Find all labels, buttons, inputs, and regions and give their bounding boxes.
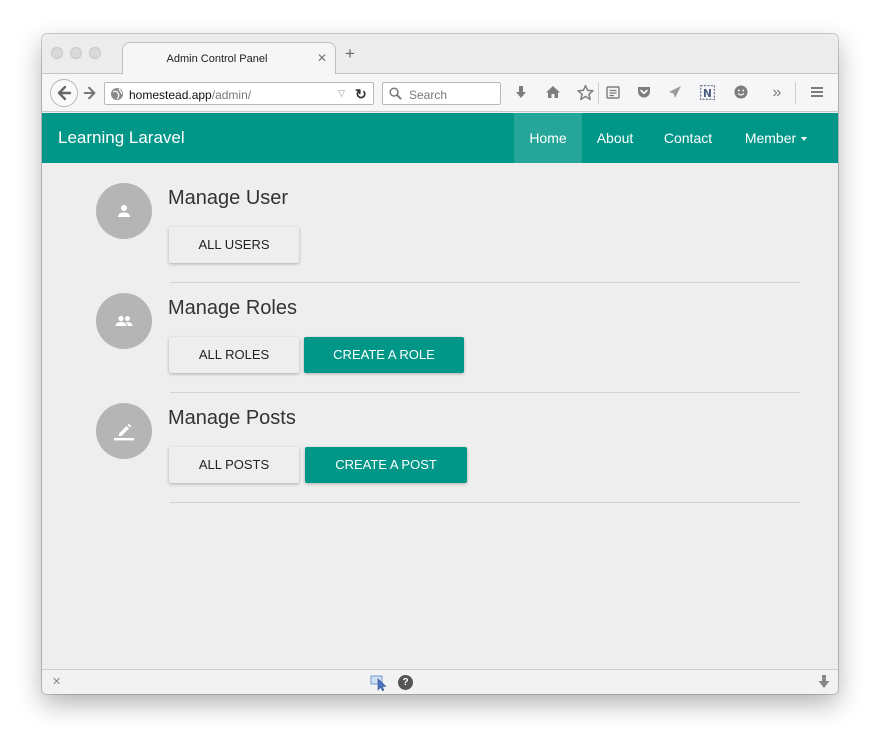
help-icon[interactable]: ? [398, 675, 413, 690]
pocket-icon[interactable] [635, 84, 653, 102]
window-zoom-control[interactable] [89, 47, 101, 59]
brand-link[interactable]: Learning Laravel [58, 128, 185, 148]
menu-icon[interactable] [808, 84, 826, 102]
manage-roles-section: Manage Roles All Roles Create a Role [42, 273, 838, 393]
nav-member-label: Member [744, 130, 797, 146]
section-title: Manage User [168, 187, 289, 209]
svg-text:N: N [703, 87, 712, 100]
section-divider [170, 502, 800, 503]
download-arrow-icon[interactable] [817, 674, 831, 690]
all-users-button[interactable]: All Users [169, 227, 299, 263]
search-input[interactable]: Search [409, 88, 447, 102]
site-navbar: Learning Laravel Home About Contact Memb… [42, 113, 838, 163]
forward-button[interactable] [80, 83, 100, 103]
browser-window: Admin Control Panel ✕ + homestead.app/ad… [42, 34, 838, 694]
globe-icon [111, 88, 123, 100]
url-dropdown-icon[interactable]: ▽ [338, 88, 345, 99]
overflow-chevron-icon[interactable]: » [768, 84, 786, 102]
caret-down-icon [801, 137, 808, 142]
toolbar-separator [795, 82, 796, 104]
nav-contact[interactable]: Contact [648, 113, 728, 163]
tab-close-icon[interactable]: ✕ [317, 51, 327, 65]
create-post-button[interactable]: Create a Post [305, 447, 467, 483]
browser-tab[interactable]: Admin Control Panel ✕ [122, 42, 336, 75]
all-roles-button[interactable]: All Roles [169, 337, 299, 373]
back-button[interactable] [50, 79, 78, 107]
tab-title: Admin Control Panel [166, 53, 268, 65]
downloads-icon[interactable] [512, 84, 530, 102]
smiley-icon[interactable] [732, 84, 750, 102]
url-text: homestead.app/admin/ [129, 88, 251, 102]
url-path: /admin/ [211, 88, 252, 102]
create-role-button[interactable]: Create a Role [304, 337, 464, 373]
pointer-tool-icon[interactable] [370, 674, 388, 691]
url-bar[interactable]: homestead.app/admin/ ▽ ↻ [104, 82, 374, 105]
toolbar-separator [598, 82, 599, 104]
section-avatar [96, 293, 152, 349]
person-icon [118, 205, 130, 217]
tab-strip: Admin Control Panel ✕ + [42, 34, 838, 75]
section-avatar [96, 183, 152, 239]
search-icon [389, 87, 402, 100]
all-posts-button[interactable]: All Posts [169, 447, 299, 483]
url-host: homestead.app [129, 88, 212, 102]
reading-list-icon[interactable] [604, 84, 622, 102]
arrow-right-icon [83, 86, 96, 100]
search-bar[interactable]: Search [382, 82, 501, 105]
statusbar-close-icon[interactable]: ✕ [52, 675, 61, 688]
manage-user-section: Manage User All Users [42, 163, 838, 283]
arrow-left-icon [57, 85, 72, 101]
section-avatar [96, 403, 152, 459]
bookmark-star-icon[interactable] [576, 84, 594, 102]
page-content: Learning Laravel Home About Contact Memb… [42, 113, 838, 669]
home-icon[interactable] [544, 84, 562, 102]
window-close-control[interactable] [51, 47, 63, 59]
new-tab-icon[interactable]: + [345, 45, 355, 62]
browser-toolbar: homestead.app/admin/ ▽ ↻ Search N » [42, 74, 838, 112]
section-title: Manage Roles [168, 297, 297, 319]
group-icon [115, 315, 133, 326]
send-icon[interactable] [666, 84, 684, 102]
status-bar: ✕ ? [42, 669, 838, 694]
reload-icon[interactable]: ↻ [355, 86, 367, 103]
nav-home[interactable]: Home [514, 113, 582, 163]
n-extension-icon[interactable]: N [698, 84, 716, 102]
nav-member-dropdown[interactable]: Member [728, 113, 824, 163]
edit-icon [114, 423, 134, 441]
window-minimize-control[interactable] [70, 47, 82, 59]
section-title: Manage Posts [168, 407, 296, 429]
manage-posts-section: Manage Posts All Posts Create a Post [42, 383, 838, 503]
nav-about[interactable]: About [582, 113, 648, 163]
